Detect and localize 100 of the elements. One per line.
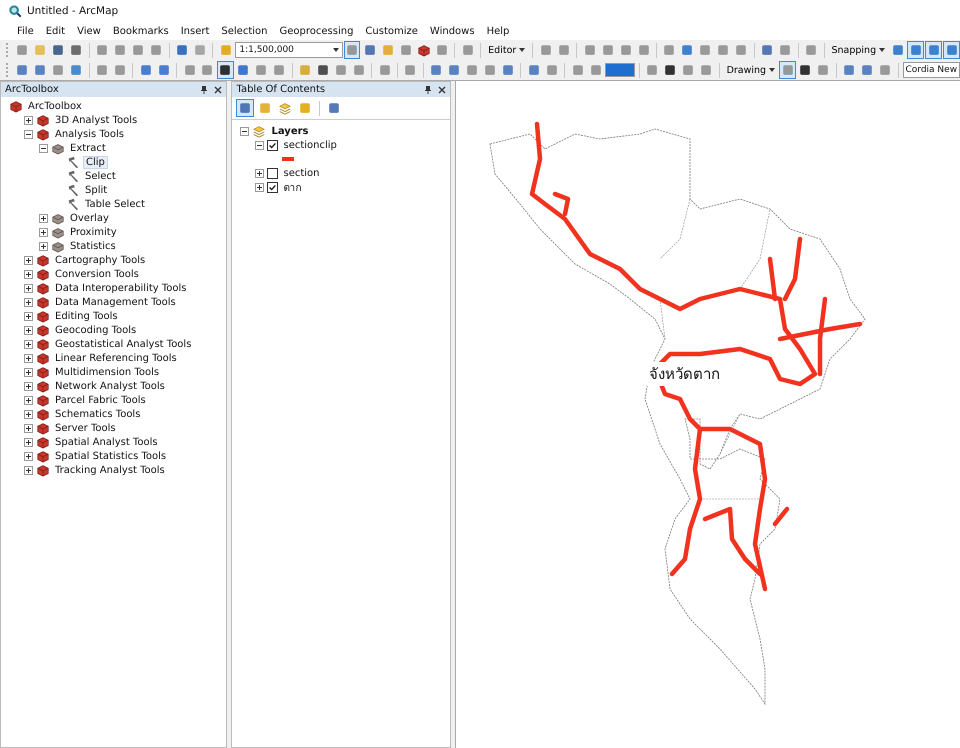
tree-item[interactable]: Network Analyst Tools [53,380,167,392]
tree-item[interactable]: 3D Analyst Tools [53,114,140,126]
toolbox-icon [9,99,23,113]
caret-icon [519,48,526,52]
tree-item[interactable]: Analysis Tools [53,128,126,140]
tree-item[interactable]: Geostatistical Analyst Tools [53,338,194,350]
collapse-icon[interactable] [255,140,264,150]
expand-icon[interactable] [24,312,33,320]
toolbar-menu[interactable]: Editor [485,44,528,56]
tree-item[interactable]: Parcel Fabric Tools [53,394,148,406]
tree-item[interactable]: Overlay [68,212,111,224]
expand-icon[interactable] [24,298,33,306]
collapse-icon[interactable] [240,126,250,136]
toolbox-icon [36,253,50,267]
hammer-icon [66,169,80,183]
tree-item[interactable]: Spatial Statistics Tools [53,450,168,462]
tree-item[interactable]: Proximity [68,226,119,238]
expand-icon[interactable] [39,242,48,250]
scale-dropdown[interactable]: 1:1,500,000 [235,42,343,58]
layer-name[interactable]: ตาก [281,180,304,194]
tree-item[interactable]: Geocoding Tools [53,324,138,336]
toolset-icon [51,211,65,225]
expand-icon[interactable] [24,270,33,278]
toolbox-icon [36,379,50,393]
tree-item[interactable]: Multidimension Tools [53,366,162,378]
expand-icon[interactable] [24,116,33,124]
caret-icon [769,68,776,72]
tree-item[interactable]: Data Management Tools [53,296,178,308]
expand-icon[interactable] [24,382,33,390]
expand-icon[interactable] [24,368,33,376]
expand-icon[interactable] [24,410,33,418]
expand-icon[interactable] [24,396,33,404]
tree-item[interactable]: Schematics Tools [53,408,142,420]
tree-item[interactable]: Clip [83,156,108,168]
tree-item[interactable]: Data Interoperability Tools [53,282,188,294]
data-frame-label[interactable]: Layers [269,126,310,136]
close-icon[interactable] [214,86,222,94]
toolbox-icon [36,351,50,365]
menu-item[interactable]: File [11,26,40,36]
menu-item[interactable]: Geoprocessing [274,26,360,36]
tree-item[interactable]: Extract [68,142,108,154]
caret-icon [332,48,339,52]
expand-icon[interactable] [24,340,33,348]
panel-title: Table Of Contents [236,84,326,95]
tree-item[interactable]: Table Select [83,198,147,210]
tree-item[interactable]: ArcToolbox [26,100,84,112]
menu-item[interactable]: Help [480,26,516,36]
layers-icon [278,101,292,115]
toolbox-icon [36,365,50,379]
toolset-icon [51,239,65,253]
toolbox-icon [36,337,50,351]
expand-icon[interactable] [39,228,48,236]
toolset-icon [51,225,65,239]
tree-item[interactable]: Statistics [68,240,118,252]
expand-icon[interactable] [24,438,33,446]
menu-item[interactable]: Edit [40,26,72,36]
expand-icon[interactable] [255,168,264,178]
expand-icon[interactable] [24,284,33,292]
expand-icon[interactable] [39,214,48,222]
toolbar-menu[interactable]: Drawing [724,64,778,76]
menu-item[interactable]: View [71,26,107,36]
layer-checkbox[interactable] [267,182,278,192]
expand-icon[interactable] [24,424,33,432]
tree-item[interactable]: Spatial Analyst Tools [53,436,160,448]
menu-item[interactable]: Customize [359,26,424,36]
toolbar-menu[interactable]: Snapping [828,44,888,56]
tree-item[interactable]: Editing Tools [53,310,120,322]
toolbar-button[interactable] [216,61,234,79]
expand-icon[interactable] [24,452,33,460]
tree-item[interactable]: Split [83,184,110,196]
expand-icon[interactable] [255,182,264,192]
font-dropdown[interactable]: Cordia New [902,62,960,78]
pin-icon[interactable] [200,86,208,94]
expand-icon[interactable] [24,256,33,264]
tree-item[interactable]: Cartography Tools [53,254,148,266]
menu-item[interactable]: Insert [174,26,216,36]
menu-item[interactable]: Bookmarks [106,26,175,36]
tree-item[interactable]: Server Tools [53,422,118,434]
layer-checkbox[interactable] [267,168,278,178]
list-by-drawing-order-button[interactable] [236,99,254,117]
close-icon[interactable] [438,86,446,94]
expand-icon[interactable] [24,326,33,334]
menu-item[interactable]: Selection [215,26,274,36]
tree-item[interactable]: Tracking Analyst Tools [53,464,167,476]
toolbox-icon [36,309,50,323]
menu-item[interactable]: Windows [424,26,481,36]
map-label: จังหวัดตาก [647,362,722,386]
tree-item[interactable]: Conversion Tools [53,268,141,280]
layer-name[interactable]: section [281,168,322,178]
layer-checkbox[interactable] [267,140,278,150]
tree-item[interactable]: Select [83,170,118,182]
collapse-icon[interactable] [39,144,48,152]
layer-name[interactable]: sectionclip [281,140,339,150]
collapse-icon[interactable] [24,130,33,138]
expand-icon[interactable] [24,466,33,474]
pin-icon[interactable] [424,86,432,94]
tree-item[interactable]: Linear Referencing Tools [53,352,179,364]
zoom-field[interactable] [605,63,636,77]
toolbox-icon [36,463,50,477]
expand-icon[interactable] [24,354,33,362]
